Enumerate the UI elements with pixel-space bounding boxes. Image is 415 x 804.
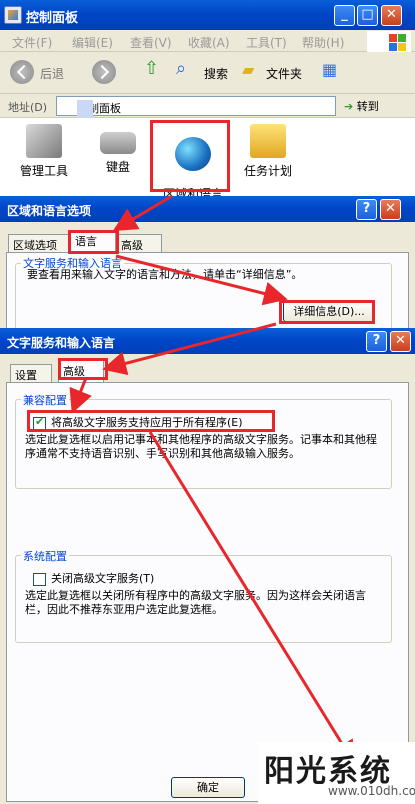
annotation-arrows <box>69 194 356 766</box>
screenshot-root: 控制面板 _ □ ✕ 文件(F) 编辑(E) 查看(V) 收藏(A) 工具(T)… <box>0 0 415 804</box>
arrow-to-ok-button <box>148 431 356 766</box>
arrow-to-compat-checkbox <box>69 377 92 414</box>
arrow-to-languages-tab <box>112 194 173 232</box>
arrow-to-advanced-tab <box>102 322 277 376</box>
watermark-url: www.010dh.com <box>328 784 415 798</box>
site-watermark: 阳光系统 www.010dh.com <box>258 742 415 804</box>
arrow-to-details-button <box>115 254 288 306</box>
